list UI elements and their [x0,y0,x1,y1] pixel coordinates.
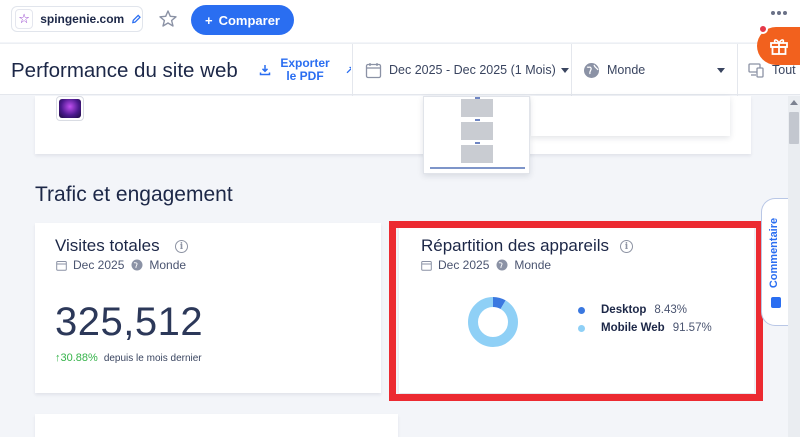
globe-icon [584,62,599,78]
notification-dot [758,24,768,34]
more-options-icon[interactable] [771,11,789,17]
scrollbar-thumb[interactable] [789,112,799,144]
globe-icon [131,259,143,271]
plus-icon: + [204,12,213,28]
visits-meta: Dec 2025 Monde [56,258,186,272]
export-label: Exporter le PDF [280,56,330,83]
top-bar: ☆ spingenie.com + Comparer [0,0,800,42]
chevron-down-icon [560,67,569,73]
preview-block [461,145,493,163]
region-dropdown[interactable]: Monde [583,59,725,81]
preview-mark [475,142,480,144]
download-icon [259,65,271,76]
export-pdf-button[interactable]: Exporter le PDF [259,55,331,85]
share-icon[interactable]: ↗ [345,64,351,76]
comment-label: Commentaire [768,217,780,289]
compare-button[interactable]: + Comparer [191,5,294,35]
devices-icon [748,63,764,78]
comment-side-tab[interactable]: Commentaire [761,198,789,326]
header-bar: Performance du site web Exporter le PDF … [0,43,800,96]
preview-mark [475,119,480,121]
compare-label: Comparer [218,12,280,28]
visits-region: Monde [149,258,187,272]
date-range-value: Dec 2025 - Dec 2025 (1 Mois) [389,63,556,77]
site-preview-backdrop [531,96,730,136]
site-logo [56,96,84,121]
scroll-up-arrow[interactable] [790,100,798,105]
calendar-icon [365,62,382,78]
visits-title: Visites totales [55,236,160,255]
visits-growth: ↑30.88% depuis le mois dernier [55,352,202,364]
comment-icon [771,297,781,308]
divider [571,44,572,96]
preview-baseline [430,167,525,169]
edit-pencil-icon[interactable] [131,13,142,25]
total-visits-value: 325,512 [55,300,204,344]
date-range-dropdown[interactable]: Dec 2025 - Dec 2025 (1 Mois) [365,59,569,81]
scrollbar[interactable] [788,96,800,437]
region-value: Monde [607,63,646,77]
preview-block [461,122,493,140]
site-preview-thumbnail[interactable] [423,96,530,174]
device-value: Tout [772,63,796,77]
site-logo-icon [59,99,81,118]
growth-description: depuis le mois dernier [103,352,202,364]
site-chip[interactable]: ☆ spingenie.com [11,6,143,32]
site-favicon-icon: ☆ [15,9,34,29]
star-favorite-icon[interactable] [158,9,178,29]
preview-block [461,99,493,117]
divider [737,44,738,96]
growth-percent: ↑30.88% [55,352,98,364]
visits-date: Dec 2025 [73,258,125,272]
highlight-box [389,221,763,401]
divider [352,44,353,96]
section-title: Trafic et engagement [35,183,233,206]
page-title: Performance du site web [11,59,238,82]
next-card [35,414,398,437]
chevron-down-icon [717,67,725,73]
info-icon[interactable]: i [175,240,188,253]
calendar-icon [56,260,67,271]
site-name: spingenie.com [40,12,125,26]
preview-mark [475,97,480,99]
gift-icon [769,39,788,55]
